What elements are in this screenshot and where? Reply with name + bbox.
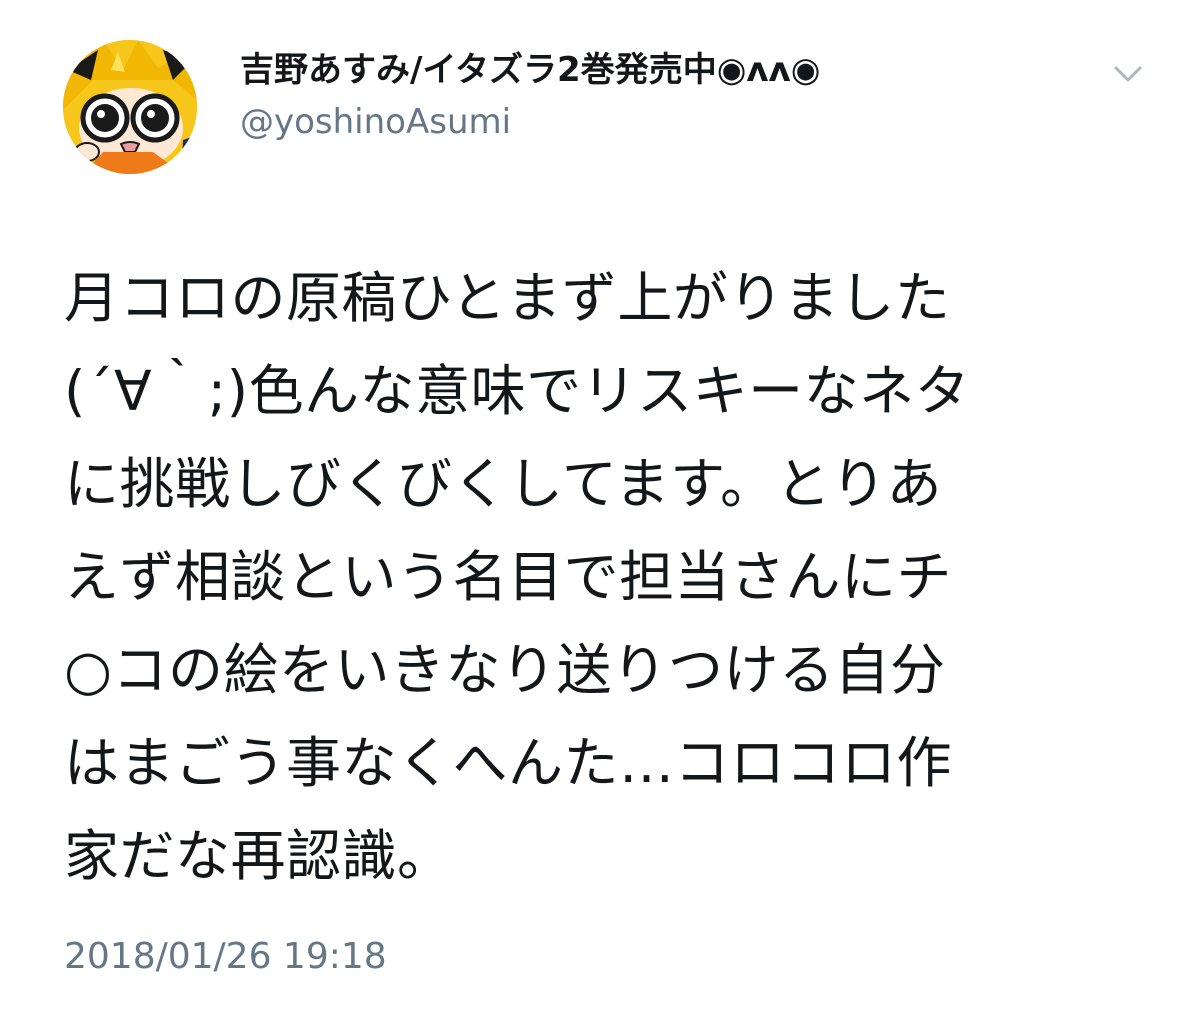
- tweet-text-line: はまごう事なくへんた…コロコロ作: [64, 731, 953, 795]
- tweet-card: 吉野あすみ/イタズラ2巻発売中◉ʌʌ◉ @yoshinoAsumi 月コロの原稿…: [0, 0, 1199, 1014]
- tweet-timestamp[interactable]: 2018/01/26 19:18: [64, 935, 387, 979]
- tweet-menu-button[interactable]: [1108, 60, 1148, 90]
- tweet-text-line: 家だな再認識。: [64, 824, 453, 888]
- tweet-text-line: えず相談という名目で担当さんにチ: [64, 545, 953, 609]
- tweet-text-line: に挑戦しびくびくしてます。とりあ: [64, 452, 943, 516]
- author-handle[interactable]: @yoshinoAsumi: [240, 102, 820, 142]
- tweet-text: 月コロの原稿ひとまず上がりました (´∀｀;)色んな意味でリスキーなネタ に挑戦…: [64, 252, 1144, 903]
- tweet-text-line: (´∀｀;)色んな意味でリスキーなネタ: [64, 359, 971, 423]
- chevron-down-icon: [1114, 66, 1142, 82]
- author-display-name[interactable]: 吉野あすみ/イタズラ2巻発売中◉ʌʌ◉: [240, 48, 820, 92]
- cartoon-character-avatar-icon: [63, 40, 197, 174]
- tweet-text-line: 月コロの原稿ひとまず上がりました: [64, 266, 951, 330]
- tweet-author[interactable]: 吉野あすみ/イタズラ2巻発売中◉ʌʌ◉ @yoshinoAsumi: [240, 48, 820, 142]
- avatar[interactable]: [63, 40, 197, 174]
- tweet-text-line: ○コの絵をいきなり送りつける自分: [64, 638, 946, 702]
